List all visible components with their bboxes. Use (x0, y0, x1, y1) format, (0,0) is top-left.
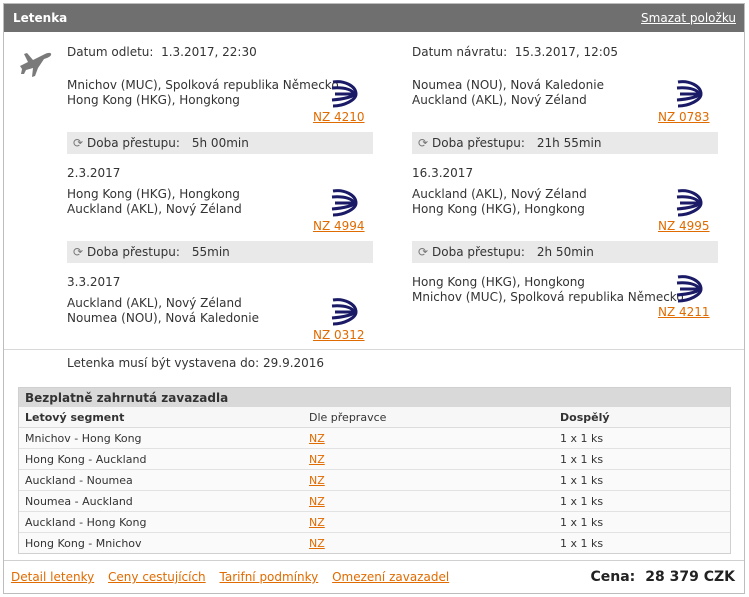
return-segment-1: Noumea (NOU), Nová Kaledonie Auckland (A… (412, 78, 604, 108)
transfer-icon: ⟳ (418, 245, 429, 259)
remove-item-link[interactable]: Smazat položku (641, 11, 736, 25)
air-new-zealand-logo (329, 187, 359, 217)
total-price: Cena: 28 379 CZK (590, 569, 735, 585)
segment-date: 16.3.2017 (412, 166, 474, 180)
departure-date: Datum odletu: 1.3.2017, 22:30 (67, 45, 257, 59)
segment-cell: Noumea - Auckland (25, 495, 133, 508)
segment-cell: Auckland - Hong Kong (25, 516, 147, 529)
baggage-header-row: Letový segment Dle přepravce Dospělý (19, 407, 730, 428)
table-row: Mnichov - Hong Kong NZ 1 x 1 ks (19, 428, 730, 449)
carrier-link[interactable]: NZ (309, 474, 325, 487)
segment-to: Hong Kong (HKG), Hongkong (412, 202, 585, 216)
allowance-cell: 1 x 1 ks (560, 495, 604, 508)
baggage-restrictions-link[interactable]: Omezení zavazadel (332, 570, 449, 584)
price-value: 28 379 CZK (645, 569, 735, 585)
segment-to: Auckland (AKL), Nový Zéland (412, 93, 587, 107)
carrier-link[interactable]: NZ (309, 453, 325, 466)
return-layover-1: ⟳ Doba přestupu: 21h 55min (412, 132, 718, 154)
allowance-cell: 1 x 1 ks (560, 453, 604, 466)
ticket-detail-link[interactable]: Detail letenky (11, 570, 94, 584)
flight-number-link[interactable]: NZ 4994 (313, 219, 365, 233)
segment-cell: Hong Kong - Mnichov (25, 537, 142, 550)
segment-cell: Hong Kong - Auckland (25, 453, 147, 466)
airplane-icon (20, 52, 52, 77)
allowance-cell: 1 x 1 ks (560, 474, 604, 487)
outbound-segment-1: Mnichov (MUC), Spolková republika Německ… (67, 78, 339, 108)
card-header: Letenka Smazat položku (4, 4, 744, 32)
air-new-zealand-logo (329, 78, 359, 108)
return-date: Datum návratu: 15.3.2017, 12:05 (412, 45, 619, 59)
segment-from: Noumea (NOU), Nová Kaledonie (412, 78, 604, 92)
segment-date: 3.3.2017 (67, 275, 121, 289)
allowance-cell: 1 x 1 ks (560, 516, 604, 529)
flight-number-link[interactable]: NZ 4995 (658, 219, 710, 233)
flight-number-link[interactable]: NZ 0783 (658, 110, 710, 124)
carrier-link[interactable]: NZ (309, 432, 325, 445)
segment-date: 2.3.2017 (67, 166, 121, 180)
table-row: Auckland - Hong Kong NZ 1 x 1 ks (19, 512, 730, 533)
carrier-link[interactable]: NZ (309, 495, 325, 508)
table-row: Hong Kong - Mnichov NZ 1 x 1 ks (19, 533, 730, 553)
table-row: Auckland - Noumea NZ 1 x 1 ks (19, 470, 730, 491)
segment-cell: Mnichov - Hong Kong (25, 432, 142, 445)
column-header: Letový segment (25, 411, 125, 424)
column-header: Dospělý (560, 411, 610, 424)
baggage-title: Bezplatně zahrnutá zavazadla (19, 388, 730, 407)
table-row: Hong Kong - Auckland NZ 1 x 1 ks (19, 449, 730, 470)
return-segment-2: Auckland (AKL), Nový Zéland Hong Kong (H… (412, 187, 587, 217)
table-row: Noumea - Auckland NZ 1 x 1 ks (19, 491, 730, 512)
air-new-zealand-logo (674, 187, 704, 217)
outbound-segment-3: Auckland (AKL), Nový Zéland Noumea (NOU)… (67, 296, 259, 326)
section-divider (4, 349, 744, 350)
footer-links: Detail letenky Ceny cestujících Tarifní … (11, 570, 459, 584)
segment-from: Auckland (AKL), Nový Zéland (412, 187, 587, 201)
air-new-zealand-logo (674, 273, 704, 303)
segment-to: Auckland (AKL), Nový Zéland (67, 202, 242, 216)
segment-from: Hong Kong (HKG), Hongkong (412, 275, 585, 289)
flight-number-link[interactable]: NZ 0312 (313, 328, 365, 342)
ticket-card: Letenka Smazat položku Datum odletu: 1.3… (3, 3, 745, 594)
air-new-zealand-logo (329, 296, 359, 326)
air-new-zealand-logo (674, 78, 704, 108)
column-header: Dle přepravce (309, 411, 387, 424)
segment-to: Noumea (NOU), Nová Kaledonie (67, 311, 259, 325)
card-title: Letenka (13, 11, 68, 25)
carrier-link[interactable]: NZ (309, 537, 325, 550)
segment-from: Hong Kong (HKG), Hongkong (67, 187, 240, 201)
return-layover-2: ⟳ Doba přestupu: 2h 50min (412, 241, 718, 263)
price-label: Cena: (590, 569, 636, 585)
segment-to: Mnichov (MUC), Spolková republika Německ… (412, 290, 684, 304)
fare-conditions-link[interactable]: Tarifní podmínky (220, 570, 319, 584)
baggage-table: Bezplatně zahrnutá zavazadla Letový segm… (18, 387, 731, 554)
segment-from: Mnichov (MUC), Spolková republika Německ… (67, 78, 339, 92)
footer-divider (4, 560, 744, 561)
transfer-icon: ⟳ (73, 136, 84, 150)
outbound-segment-2: Hong Kong (HKG), Hongkong Auckland (AKL)… (67, 187, 242, 217)
allowance-cell: 1 x 1 ks (560, 432, 604, 445)
transfer-icon: ⟳ (418, 136, 429, 150)
segment-to: Hong Kong (HKG), Hongkong (67, 93, 240, 107)
flight-number-link[interactable]: NZ 4210 (313, 110, 365, 124)
carrier-link[interactable]: NZ (309, 516, 325, 529)
flight-number-link[interactable]: NZ 4211 (658, 305, 710, 319)
passenger-prices-link[interactable]: Ceny cestujících (108, 570, 206, 584)
outbound-layover-2: ⟳ Doba přestupu: 55min (67, 241, 373, 263)
outbound-layover-1: ⟳ Doba přestupu: 5h 00min (67, 132, 373, 154)
transfer-icon: ⟳ (73, 245, 84, 259)
ticket-deadline-note: Letenka musí být vystavena do: 29.9.2016 (67, 356, 325, 370)
return-segment-3: Hong Kong (HKG), Hongkong Mnichov (MUC),… (412, 275, 684, 305)
allowance-cell: 1 x 1 ks (560, 537, 604, 550)
segment-cell: Auckland - Noumea (25, 474, 133, 487)
segment-from: Auckland (AKL), Nový Zéland (67, 296, 242, 310)
